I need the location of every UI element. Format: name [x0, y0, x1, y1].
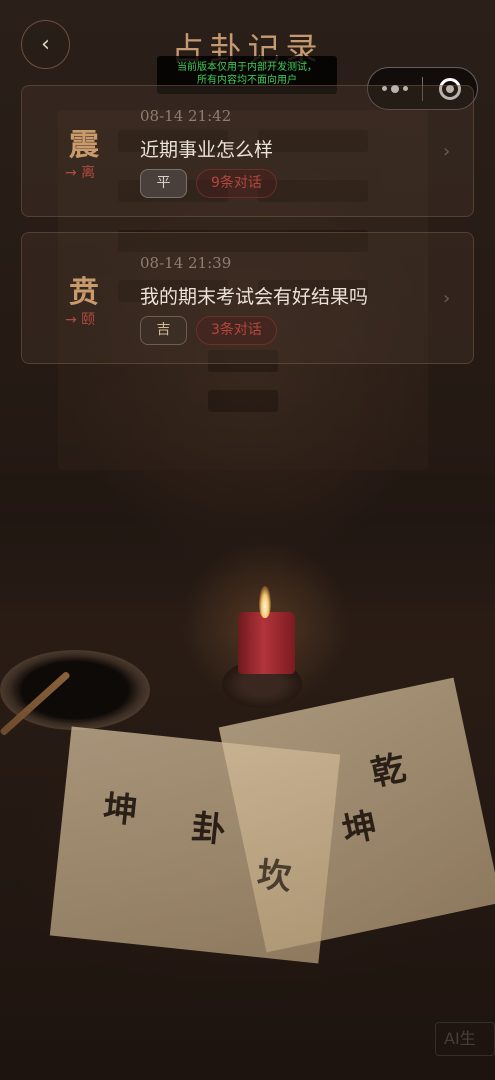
paper-glyph: 乾: [367, 748, 410, 795]
paper-glyph: 坤: [338, 805, 381, 852]
hexagram-name: 震: [69, 128, 99, 163]
candle-flame-image: [259, 586, 271, 618]
record-time: 08-14 21:39: [140, 254, 232, 272]
record-card[interactable]: 贲 → 颐 08-14 21:39 我的期末考试会有好结果吗 吉 3条对话 ›: [21, 232, 474, 364]
dev-notice-line: 当前版本仅用于内部开发测试，: [177, 62, 317, 73]
record-card[interactable]: 震 → 离 08-14 21:42 近期事业怎么样 平 9条对话 ›: [21, 85, 474, 217]
changed-hexagram: → 离: [65, 165, 96, 181]
chevron-right-icon: ›: [443, 141, 451, 162]
changed-hexagram: → 颐: [65, 312, 96, 328]
chevron-right-icon: ›: [443, 288, 451, 309]
paper-sheet-left: 卦 坤 坎: [49, 726, 341, 964]
record-question: 我的期末考试会有好结果吗: [140, 286, 369, 308]
fortune-badge: 吉: [140, 316, 187, 345]
record-time: 08-14 21:42: [140, 107, 232, 125]
chat-count-badge: 3条对话: [196, 316, 277, 345]
record-question: 近期事业怎么样: [140, 139, 274, 161]
candle-image: [238, 612, 295, 674]
fortune-badge: 平: [140, 169, 187, 198]
ai-generated-watermark: AI生: [435, 1022, 495, 1056]
paper-glyph: 坎: [255, 854, 294, 899]
chat-count-badge: 9条对话: [196, 169, 277, 198]
hexagram-name: 贲: [69, 275, 99, 310]
paper-glyph: 卦: [189, 807, 228, 852]
page: 乾 坤 卦 坤 坎 ‹ 占卦记录 当前版本仅用于内部开发测试， 所有内容均不面向…: [0, 0, 495, 1080]
paper-glyph: 坤: [101, 788, 140, 832]
